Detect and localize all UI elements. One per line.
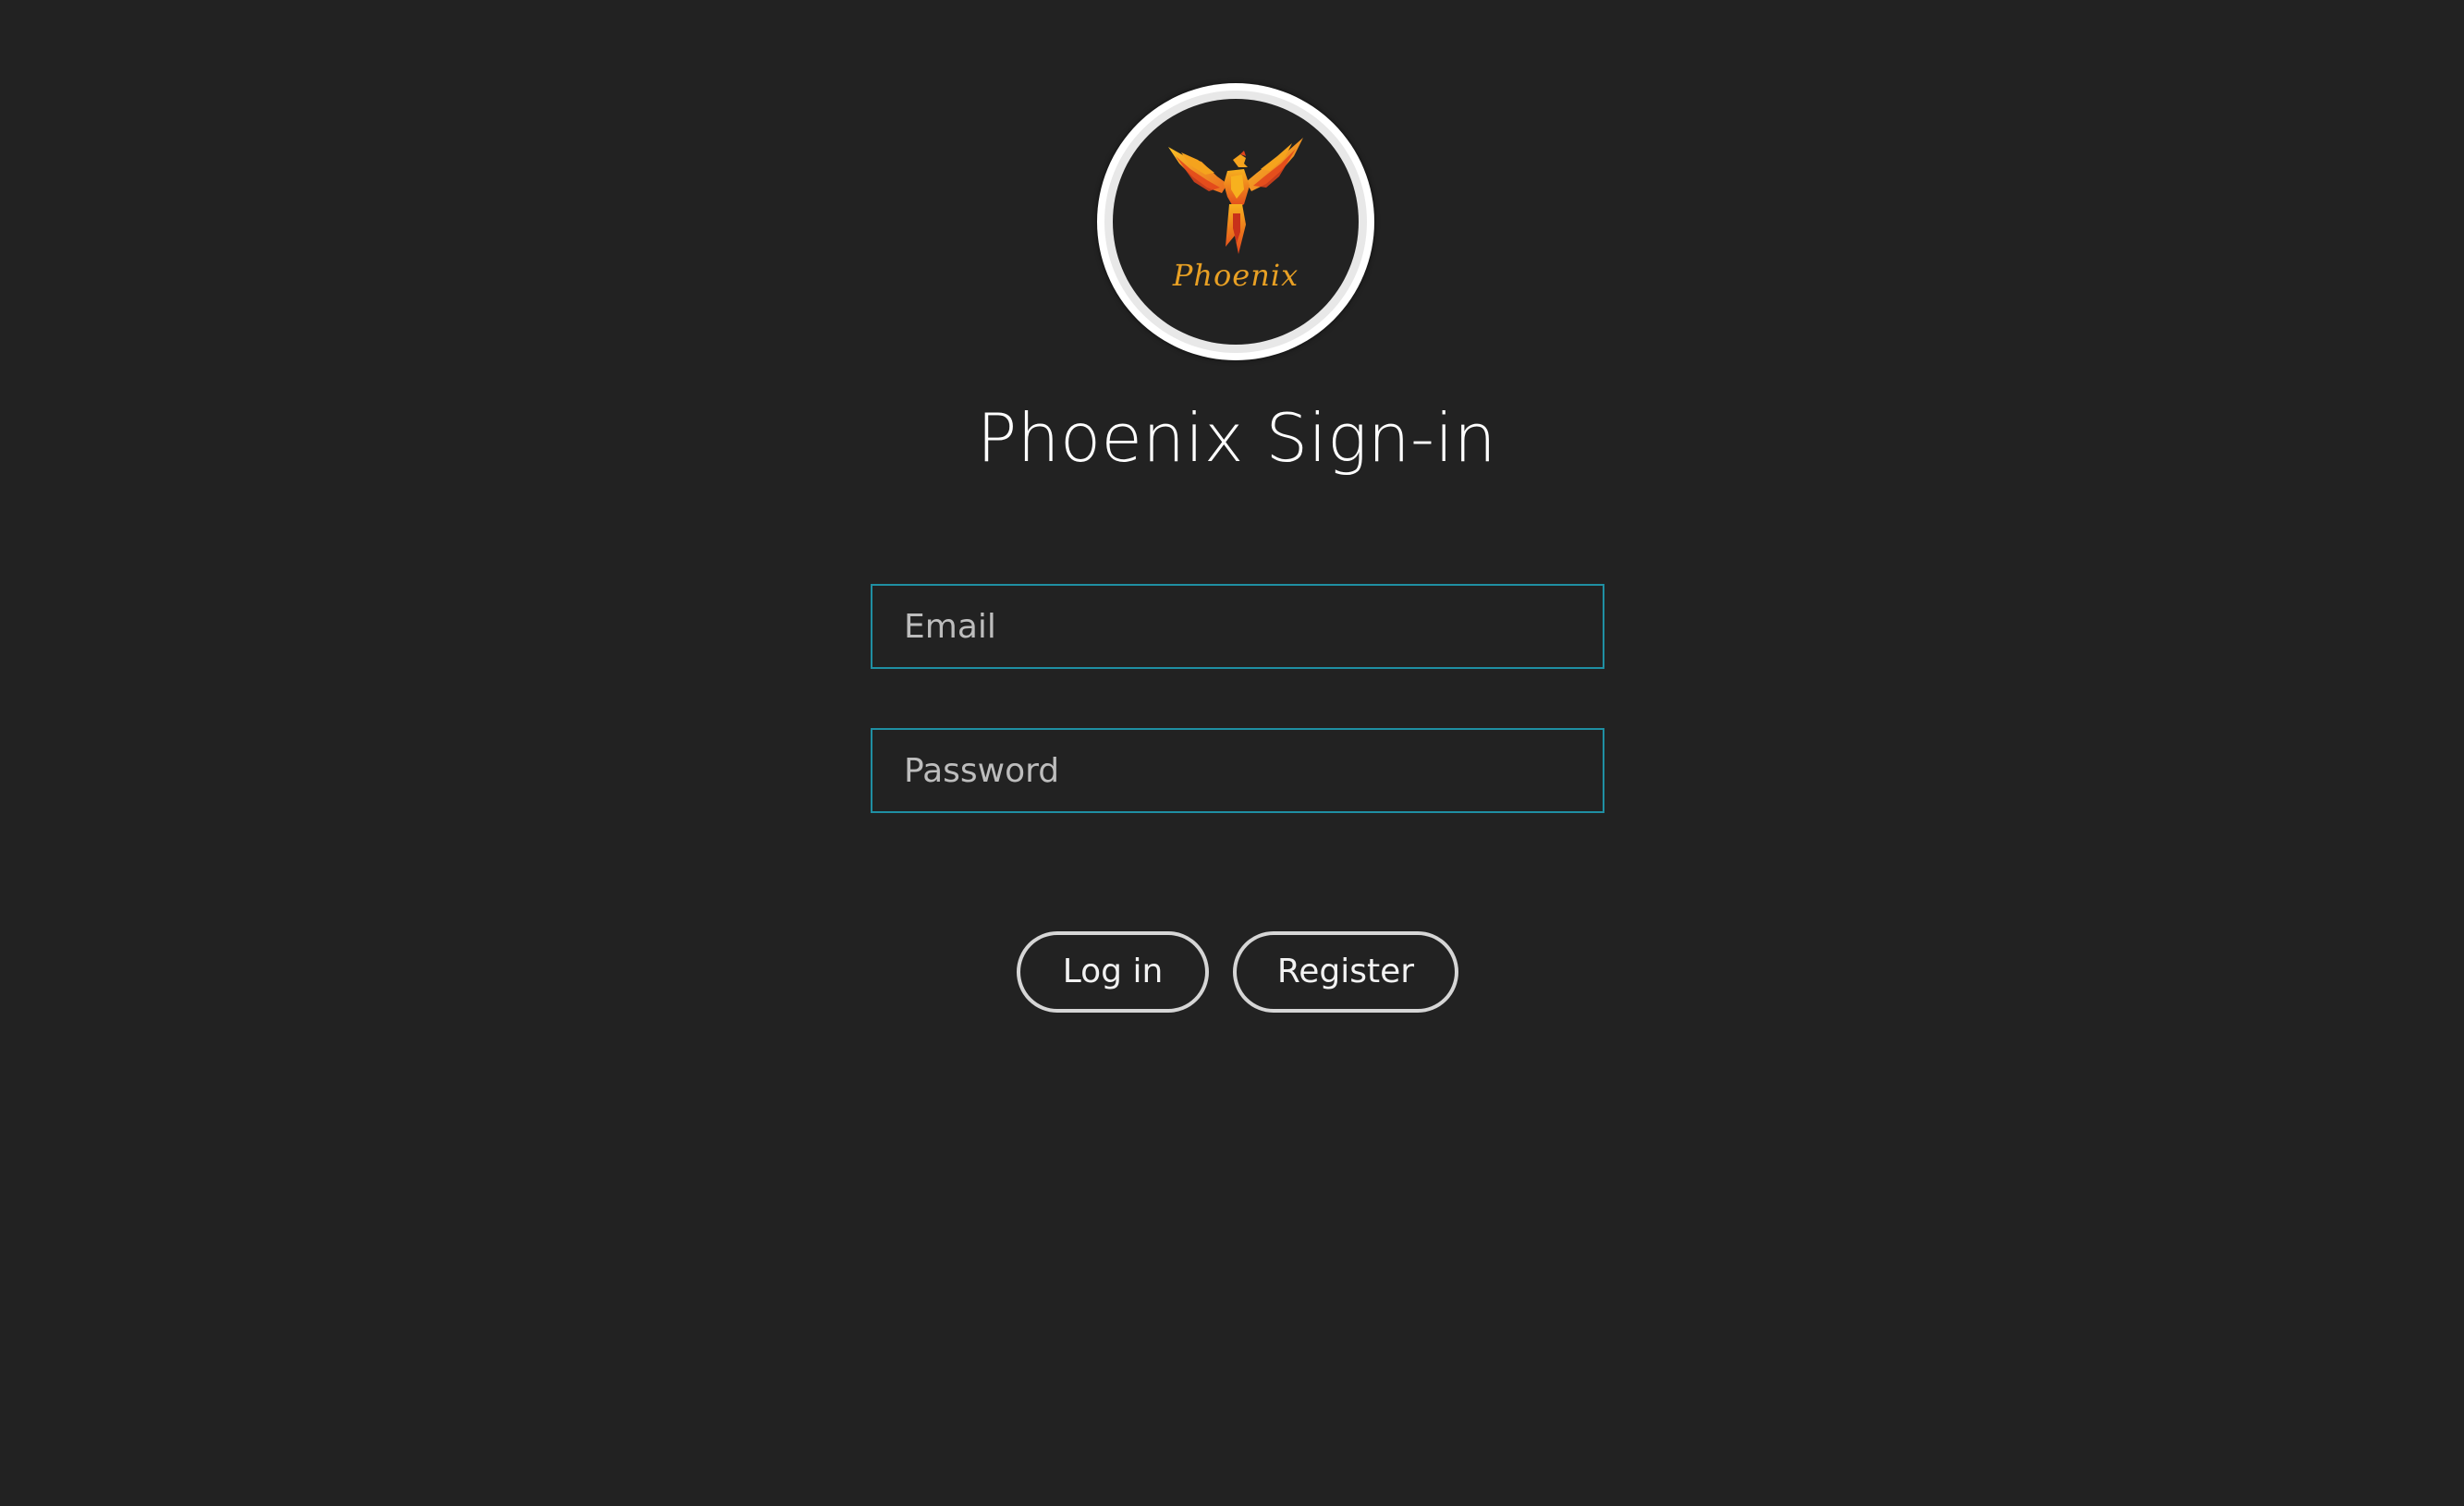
login-button[interactable]: Log in xyxy=(1017,931,1209,1013)
logo-wordmark: Phoenix xyxy=(1172,258,1299,293)
register-button[interactable]: Register xyxy=(1233,931,1458,1013)
sign-in-page: Phoenix Phoenix Sign-in Log in Register xyxy=(0,0,2464,1506)
page-title: Phoenix Sign-in xyxy=(976,399,1497,477)
password-input[interactable] xyxy=(871,728,1604,813)
phoenix-bird-icon xyxy=(1168,138,1303,254)
phoenix-logo: Phoenix xyxy=(1097,83,1374,360)
email-input[interactable] xyxy=(871,584,1604,669)
logo-badge: Phoenix xyxy=(1113,99,1359,345)
